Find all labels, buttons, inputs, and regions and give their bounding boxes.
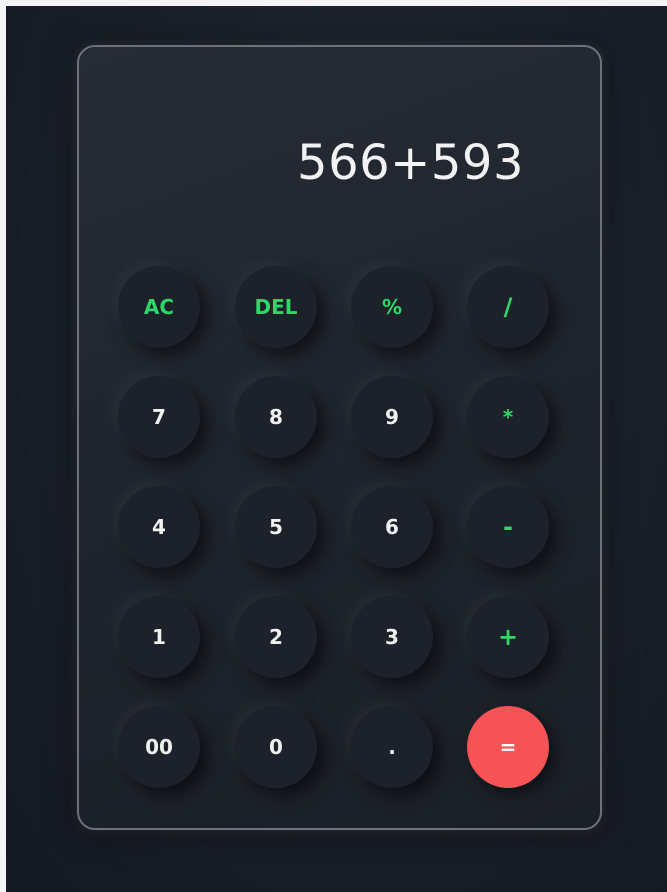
digit-7-button[interactable]: 7: [118, 376, 200, 458]
calculator-display: 566+593: [297, 135, 524, 191]
digit-0-button[interactable]: 0: [235, 706, 317, 788]
digit-8-button[interactable]: 8: [235, 376, 317, 458]
double-zero-button[interactable]: 00: [118, 706, 200, 788]
minus-button[interactable]: -: [467, 486, 549, 568]
digit-3-button[interactable]: 3: [351, 596, 433, 678]
digit-5-button[interactable]: 5: [235, 486, 317, 568]
percent-button[interactable]: %: [351, 266, 433, 348]
delete-button[interactable]: DEL: [235, 266, 317, 348]
left-edge: [0, 0, 6, 892]
top-edge: [0, 0, 667, 6]
digit-4-button[interactable]: 4: [118, 486, 200, 568]
equals-button[interactable]: =: [467, 706, 549, 788]
digit-9-button[interactable]: 9: [351, 376, 433, 458]
clear-button[interactable]: AC: [118, 266, 200, 348]
digit-1-button[interactable]: 1: [118, 596, 200, 678]
digit-2-button[interactable]: 2: [235, 596, 317, 678]
plus-button[interactable]: +: [467, 596, 549, 678]
decimal-button[interactable]: .: [351, 706, 433, 788]
divide-button[interactable]: /: [467, 266, 549, 348]
digit-6-button[interactable]: 6: [351, 486, 433, 568]
multiply-button[interactable]: *: [467, 376, 549, 458]
calculator-panel: 566+593 AC DEL % / 7 8 9 * 4 5 6 - 1 2 3…: [77, 45, 602, 830]
